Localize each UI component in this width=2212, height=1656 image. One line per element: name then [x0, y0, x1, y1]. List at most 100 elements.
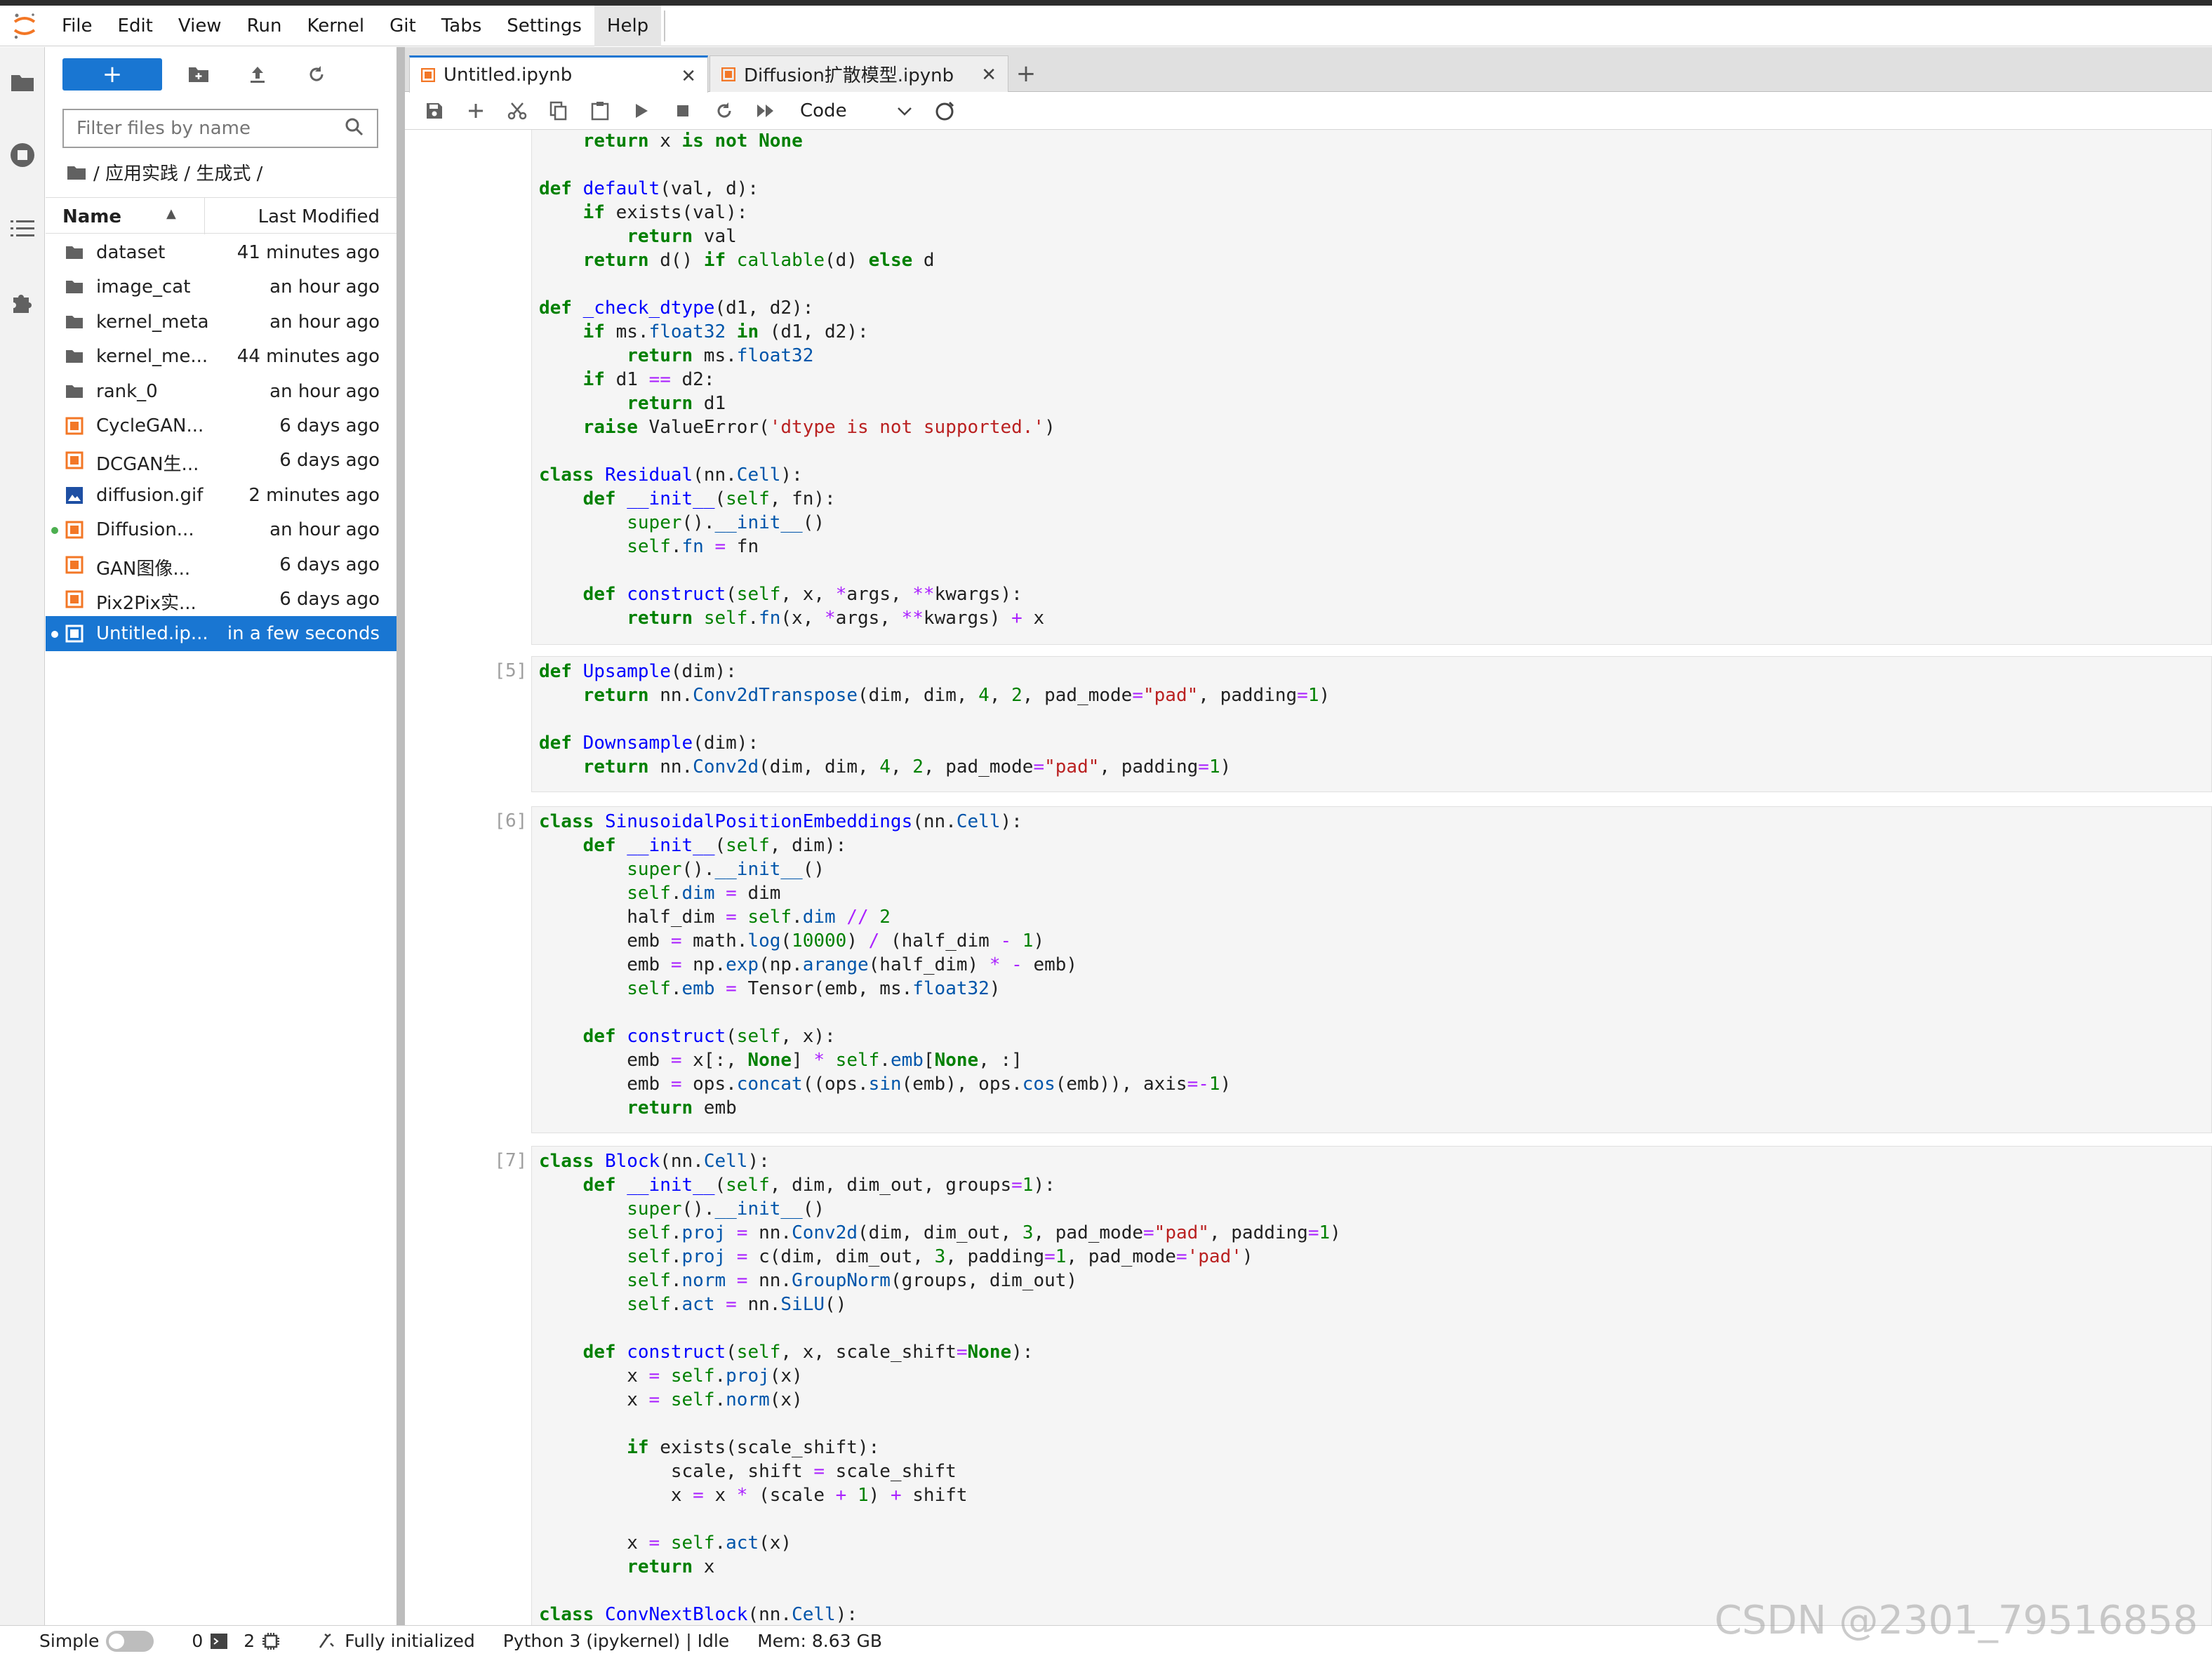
file-name: kernel_meta — [96, 311, 209, 333]
list-icon[interactable] — [6, 211, 39, 245]
running-indicator — [51, 527, 58, 535]
simple-mode[interactable]: Simple — [39, 1630, 154, 1652]
file-modified: an hour ago — [269, 380, 380, 402]
file-row[interactable]: CycleGAN... 6 days ago — [46, 408, 397, 443]
menu-settings[interactable]: Settings — [494, 6, 594, 46]
menu-help[interactable]: Help — [594, 5, 662, 46]
file-row[interactable]: rank_0 an hour ago — [46, 374, 397, 408]
menu-separator — [664, 10, 666, 41]
cut-icon[interactable] — [496, 92, 538, 130]
code-text[interactable]: return x is not None def default(val, d)… — [539, 130, 2211, 630]
file-modified: 44 minutes ago — [236, 346, 380, 368]
file-modified: 41 minutes ago — [236, 242, 380, 263]
close-icon[interactable]: ✕ — [981, 65, 997, 86]
notebook-icon — [65, 417, 84, 435]
upload-icon[interactable] — [228, 58, 287, 91]
kernel-status-icon[interactable] — [931, 92, 959, 130]
file-list: dataset 41 minutes ago image_cat an hour ag… — [46, 235, 397, 651]
restart-icon[interactable] — [703, 92, 745, 130]
tab-label: Diffusion扩散模型.ipynb — [744, 65, 954, 86]
code-editor[interactable]: def Upsample(dim): return nn.Conv2dTrans… — [531, 656, 2212, 792]
running-indicator — [51, 631, 58, 639]
breadcrumb-folder-icon[interactable] — [67, 165, 86, 180]
file-name: DCGAN生... — [96, 454, 199, 476]
file-row[interactable]: DCGAN生... 6 days ago — [46, 443, 397, 477]
notebook-cells: return x is not None def default(val, d)… — [405, 130, 2212, 1625]
file-row[interactable]: kernel_meta an hour ago — [46, 305, 397, 339]
code-editor[interactable]: class SinusoidalPositionEmbeddings(nn.Ce… — [531, 806, 2212, 1133]
file-row[interactable]: Diffusion... an hour ago — [46, 512, 397, 547]
column-modified-header[interactable]: Last Modified — [258, 206, 380, 227]
folder-icon[interactable] — [6, 65, 39, 99]
close-icon[interactable]: ✕ — [681, 66, 696, 87]
initialization-status-text: Fully initialized — [345, 1631, 475, 1651]
stop-circle-icon[interactable] — [6, 138, 39, 172]
paste-icon[interactable] — [579, 92, 620, 130]
add-icon[interactable] — [455, 92, 496, 130]
code-text[interactable]: class SinusoidalPositionEmbeddings(nn.Ce… — [539, 810, 2211, 1120]
refresh-icon[interactable] — [287, 58, 346, 91]
panel-splitter[interactable] — [397, 47, 405, 1625]
code-editor[interactable]: return x is not None def default(val, d)… — [531, 130, 2212, 645]
column-divider[interactable] — [204, 198, 205, 234]
code-text[interactable]: class Block(nn.Cell): def __init__(self,… — [539, 1149, 2211, 1625]
tab-untitled[interactable]: Untitled.ipynb ✕ — [409, 55, 708, 93]
file-row[interactable]: Pix2Pix实... 6 days ago — [46, 582, 397, 616]
kernel-count[interactable]: 2 — [244, 1631, 280, 1651]
puzzle-icon[interactable] — [6, 286, 39, 319]
save-icon[interactable] — [413, 92, 455, 130]
file-name: image_cat — [96, 276, 191, 298]
file-name: Untitled.ip... — [96, 623, 208, 645]
file-name: Pix2Pix实... — [96, 592, 196, 614]
notebook-icon — [65, 451, 84, 469]
stop-icon[interactable] — [662, 92, 703, 130]
cell-prompt: [5]: — [494, 660, 538, 681]
watermark: CSDN @2301_79516858 — [1714, 1598, 2198, 1643]
terminal-count[interactable]: 0 — [192, 1631, 228, 1651]
file-name: GAN图像... — [96, 558, 191, 580]
breadcrumb: / 应用实践 / 生成式 / — [67, 159, 262, 185]
file-modified: 6 days ago — [279, 450, 380, 472]
add-tab-button[interactable]: + — [1010, 55, 1042, 92]
file-modified: an hour ago — [269, 311, 380, 333]
cell-type-select[interactable]: Code — [800, 100, 912, 121]
copy-icon[interactable] — [538, 92, 579, 130]
new-folder-icon[interactable] — [169, 58, 228, 91]
file-name: dataset — [96, 242, 166, 263]
folder-icon — [66, 246, 83, 259]
folder-icon — [66, 385, 83, 398]
menu-run[interactable]: Run — [234, 6, 295, 46]
terminal-icon — [211, 1633, 228, 1649]
menu-tabs[interactable]: Tabs — [429, 6, 495, 46]
menu-kernel[interactable]: Kernel — [294, 6, 377, 46]
file-browser-toolbar: + — [62, 57, 346, 92]
file-row[interactable]: dataset 41 minutes ago — [46, 235, 397, 269]
column-name-header[interactable]: Name — [62, 206, 121, 227]
menu-edit[interactable]: Edit — [105, 6, 166, 46]
file-row[interactable]: GAN图像... 6 days ago — [46, 547, 397, 582]
jupyter-logo-icon — [0, 6, 49, 46]
code-editor[interactable]: class Block(nn.Cell): def __init__(self,… — [531, 1146, 2212, 1625]
code-text[interactable]: def Upsample(dim): return nn.Conv2dTrans… — [539, 660, 2211, 779]
new-launcher-button[interactable]: + — [62, 58, 162, 91]
filter-files-input[interactable] — [62, 109, 378, 148]
file-row[interactable]: kernel_me... 44 minutes ago — [46, 339, 397, 373]
menu-git[interactable]: Git — [377, 6, 429, 46]
file-row[interactable]: diffusion.gif 2 minutes ago — [46, 478, 397, 512]
file-modified: 6 days ago — [279, 588, 380, 610]
tab-diffusion[interactable]: Diffusion扩散模型.ipynb ✕ — [709, 55, 1008, 92]
folder-icon — [66, 350, 83, 363]
menu-file[interactable]: File — [49, 6, 105, 46]
simple-mode-toggle[interactable] — [106, 1630, 154, 1652]
initialization-status: Fully initialized — [318, 1631, 475, 1651]
file-row[interactable]: Untitled.ip... in a few seconds — [46, 616, 397, 651]
file-row[interactable]: image_cat an hour ago — [46, 269, 397, 304]
tab-label: Untitled.ipynb — [444, 65, 573, 86]
kernel-status[interactable]: Python 3 (ipykernel) | Idle — [503, 1631, 729, 1651]
fast-forward-icon[interactable] — [745, 92, 786, 130]
file-modified: 6 days ago — [279, 554, 380, 575]
chevron-down-icon — [897, 100, 912, 121]
breadcrumb-path[interactable]: / 应用实践 / 生成式 / — [93, 159, 262, 185]
menu-view[interactable]: View — [166, 6, 234, 46]
run-icon[interactable] — [620, 92, 662, 130]
